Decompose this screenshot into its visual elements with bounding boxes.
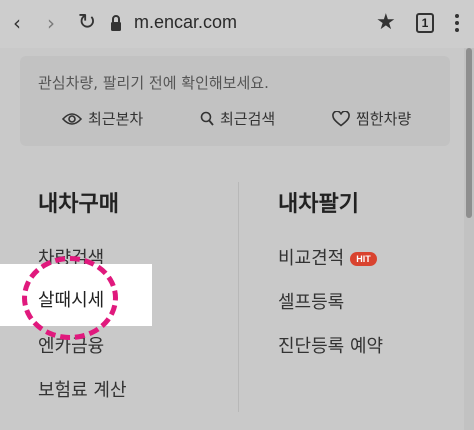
recent-viewed-link[interactable]: 최근본차: [62, 108, 143, 129]
page-scrollbar[interactable]: [464, 48, 474, 430]
highlight-circle: [22, 256, 118, 340]
address-bar[interactable]: m.encar.com: [134, 12, 237, 33]
buy-section-title: 내차구매: [38, 192, 119, 217]
notice-box: 관심차량, 팔리기 전에 확인해보세요. 최근본차 최근검색 찜한차량: [20, 56, 450, 146]
favorites-label: 찜한차량: [356, 110, 412, 128]
scroll-thumb[interactable]: [466, 48, 472, 218]
menu-item-compare-quote[interactable]: 비교견적 HIT: [278, 244, 377, 270]
sell-section-title: 내차팔기: [278, 192, 359, 217]
favorites-link[interactable]: 찜한차량: [332, 108, 411, 129]
back-button[interactable]: ‹: [4, 10, 30, 36]
compare-quote-label: 비교견적: [278, 248, 345, 269]
forward-button[interactable]: ›: [38, 10, 64, 36]
recent-search-label: 최근검색: [220, 110, 276, 128]
lock-icon: [111, 15, 121, 31]
notice-text: 관심차량, 팔리기 전에 확인해보세요.: [38, 74, 269, 92]
browser-toolbar: ‹ › ↻ m.encar.com ★ 1: [0, 0, 474, 48]
menu-item-self-register[interactable]: 셀프등록: [278, 288, 344, 314]
browser-menu-icon[interactable]: [454, 14, 460, 34]
menu-item-inspection-booking[interactable]: 진단등록 예약: [278, 332, 383, 358]
hit-badge: HIT: [350, 252, 377, 266]
search-icon: [200, 111, 214, 126]
column-divider: [238, 182, 239, 412]
tab-count-button[interactable]: 1: [416, 13, 434, 33]
reload-button[interactable]: ↻: [74, 10, 100, 36]
recent-search-link[interactable]: 최근검색: [200, 108, 275, 129]
eye-icon: [62, 112, 82, 125]
heart-icon: [332, 110, 350, 127]
recent-viewed-label: 최근본차: [88, 110, 144, 128]
bookmark-star-icon[interactable]: ★: [376, 10, 396, 35]
menu-item-insurance-calc[interactable]: 보험료 계산: [38, 376, 127, 402]
